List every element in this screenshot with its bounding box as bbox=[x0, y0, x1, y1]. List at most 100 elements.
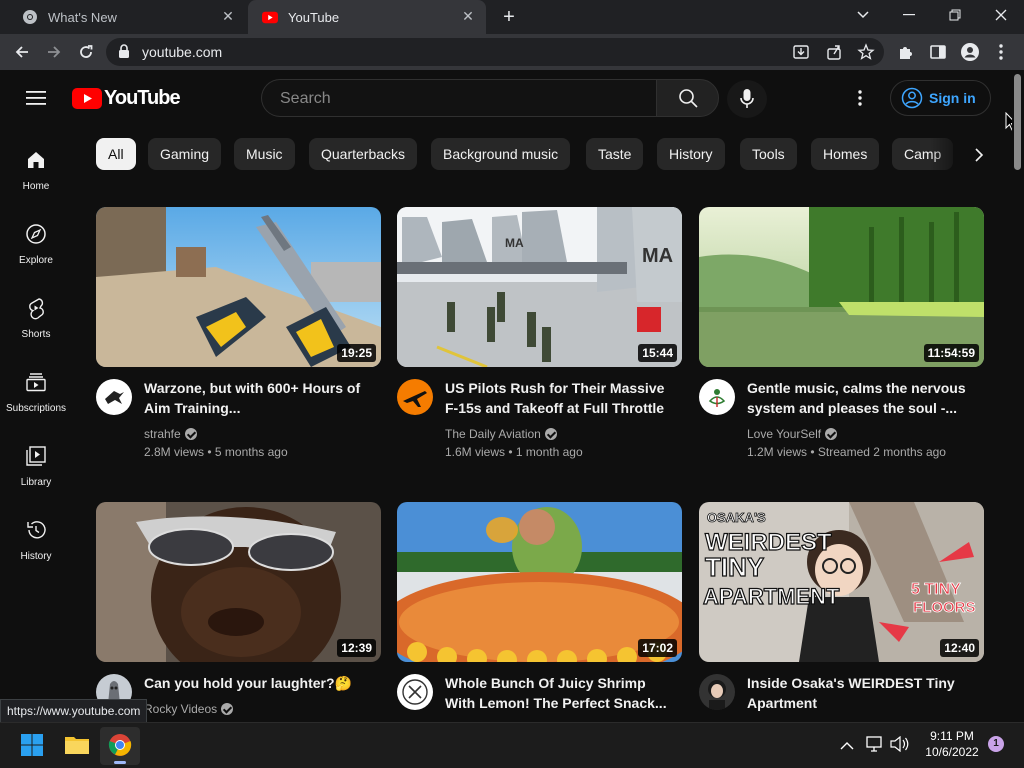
video-thumbnail-laughter[interactable]: 12:39 bbox=[96, 502, 381, 662]
channel-avatar-daily-aviation[interactable] bbox=[397, 379, 433, 415]
tab-whats-new[interactable]: What's New ✕ bbox=[8, 0, 246, 34]
volume-icon[interactable] bbox=[890, 735, 910, 757]
search-input[interactable] bbox=[278, 89, 642, 109]
sidebar-item-explore[interactable]: Explore bbox=[0, 222, 72, 266]
reload-button[interactable] bbox=[74, 40, 98, 64]
chip-history[interactable]: History bbox=[657, 138, 725, 170]
minimize-window-button[interactable] bbox=[886, 0, 932, 30]
thumbnail-text-tiny: TINY bbox=[705, 552, 764, 582]
install-app-icon[interactable] bbox=[792, 43, 810, 66]
windows-start-icon[interactable] bbox=[20, 733, 44, 762]
channel-name[interactable]: strahfe bbox=[144, 425, 197, 443]
osaka-apartment-image: OSAKA'S WEIRDEST TINY APARTMENT 5 TINY F… bbox=[699, 502, 984, 662]
chip-gaming[interactable]: Gaming bbox=[148, 138, 222, 170]
chip-homes[interactable]: Homes bbox=[811, 138, 880, 170]
video-thumbnail-shrimp[interactable]: 17:02 bbox=[397, 502, 682, 662]
video-thumbnail-f15[interactable]: MA MA 15:44 bbox=[397, 207, 682, 367]
channel-name-text: The Daily Aviation bbox=[445, 427, 541, 441]
sign-in-button[interactable]: Sign in bbox=[890, 80, 991, 116]
video-title[interactable]: Inside Osaka's WEIRDEST Tiny Apartment bbox=[747, 673, 977, 713]
home-icon bbox=[28, 152, 44, 168]
chevron-up-icon[interactable] bbox=[840, 738, 854, 756]
sidebar-item-shorts[interactable]: Shorts bbox=[0, 296, 72, 340]
microphone-icon bbox=[740, 89, 754, 108]
chip-tools[interactable]: Tools bbox=[740, 138, 797, 170]
search-button[interactable] bbox=[656, 79, 719, 117]
chip-music[interactable]: Music bbox=[234, 138, 295, 170]
page-scrollbar-thumb[interactable] bbox=[1014, 74, 1021, 170]
sidebar-item-library[interactable]: Library bbox=[0, 444, 72, 488]
search-box[interactable] bbox=[261, 79, 656, 117]
video-title[interactable]: US Pilots Rush for Their Massive F-15s a… bbox=[445, 378, 675, 418]
channel-avatar-shrimp-channel[interactable] bbox=[397, 674, 433, 710]
url-text[interactable]: youtube.com bbox=[142, 44, 222, 60]
chrome-menu-icon[interactable] bbox=[998, 43, 1004, 66]
video-title[interactable]: Whole Bunch Of Juicy Shrimp With Lemon! … bbox=[445, 673, 675, 713]
tab-search-chevron-icon[interactable] bbox=[840, 0, 886, 30]
thumbnail-text-apartment: APARTMENT bbox=[703, 584, 840, 609]
forward-button[interactable] bbox=[42, 40, 66, 64]
file-explorer-icon[interactable] bbox=[64, 733, 90, 760]
bookmark-star-icon[interactable] bbox=[857, 43, 875, 66]
settings-more-icon[interactable] bbox=[857, 89, 863, 112]
upload-age: Streamed 2 months ago bbox=[817, 445, 946, 459]
taskbar-chrome-button[interactable] bbox=[100, 727, 140, 765]
new-tab-button[interactable]: + bbox=[498, 6, 520, 28]
restore-window-button[interactable] bbox=[932, 0, 978, 30]
video-stats: 1.2M views • Streamed 2 months ago bbox=[747, 445, 946, 459]
sidebar-item-label: Home bbox=[22, 181, 50, 192]
chip-taste[interactable]: Taste bbox=[586, 138, 644, 170]
channel-name-text: Rocky Videos bbox=[144, 702, 218, 716]
chip-background-music[interactable]: Background music bbox=[431, 138, 571, 170]
profile-avatar-icon[interactable] bbox=[960, 42, 980, 67]
link-status-bubble: https://www.youtube.com bbox=[0, 699, 148, 723]
video-title[interactable]: Can you hold your laughter?🤔 bbox=[144, 673, 374, 693]
video-title[interactable]: Warzone, but with 600+ Hours of Aim Trai… bbox=[144, 378, 374, 418]
close-window-button[interactable] bbox=[978, 0, 1024, 30]
video-thumbnail-gentle-music[interactable]: 11:54:59 bbox=[699, 207, 984, 367]
channel-name[interactable]: Rocky Videos bbox=[144, 700, 234, 718]
channel-avatar-love-yourself[interactable] bbox=[699, 379, 735, 415]
close-tab-icon[interactable]: ✕ bbox=[220, 8, 236, 24]
lock-icon[interactable] bbox=[118, 44, 130, 63]
channel-avatar-strahfe[interactable] bbox=[96, 379, 132, 415]
verified-badge-icon bbox=[825, 428, 838, 440]
sidebar-item-label: Subscriptions bbox=[5, 403, 67, 414]
sign-in-label: Sign in bbox=[929, 90, 976, 106]
youtube-favicon-icon bbox=[262, 9, 278, 25]
tab-youtube[interactable]: YouTube ✕ bbox=[248, 0, 486, 34]
video-thumbnail-osaka-apartment[interactable]: OSAKA'S WEIRDEST TINY APARTMENT 5 TINY F… bbox=[699, 502, 984, 662]
sidebar-item-history[interactable]: History bbox=[0, 518, 72, 562]
close-tab-icon[interactable]: ✕ bbox=[460, 8, 476, 24]
side-panel-icon[interactable] bbox=[929, 43, 947, 66]
channel-name[interactable]: Love YourSelf bbox=[747, 425, 838, 443]
youtube-logo[interactable]: YouTube bbox=[72, 87, 181, 110]
taskbar-clock[interactable]: 9:11 PM 10/6/2022 bbox=[914, 728, 990, 760]
warzone-gameplay-image bbox=[96, 207, 381, 367]
tab-title: YouTube bbox=[288, 9, 340, 25]
upload-age: 1 month ago bbox=[515, 445, 583, 459]
video-stats: 1.6M views • 1 month ago bbox=[445, 445, 583, 459]
view-count: 2.8M views bbox=[144, 445, 205, 459]
video-thumbnail-warzone[interactable]: 19:25 bbox=[96, 207, 381, 367]
verified-badge-icon bbox=[184, 428, 197, 440]
address-bar[interactable] bbox=[106, 38, 884, 66]
chips-next-button[interactable] bbox=[966, 142, 992, 168]
sidebar-item-subscriptions[interactable]: Subscriptions bbox=[0, 370, 72, 414]
chip-quarterbacks[interactable]: Quarterbacks bbox=[309, 138, 418, 170]
chip-all[interactable]: All bbox=[96, 138, 136, 170]
extensions-puzzle-icon[interactable] bbox=[897, 43, 915, 66]
sidebar-item-home[interactable]: Home bbox=[0, 148, 72, 192]
channel-avatar-osaka-channel[interactable] bbox=[699, 674, 735, 710]
back-button[interactable] bbox=[10, 40, 34, 64]
network-icon[interactable] bbox=[866, 736, 884, 757]
channel-name[interactable]: The Daily Aviation bbox=[445, 425, 557, 443]
hamburger-menu-icon[interactable] bbox=[26, 90, 46, 111]
voice-search-button[interactable] bbox=[727, 80, 767, 118]
video-title[interactable]: Gentle music, calms the nervous system a… bbox=[747, 378, 977, 418]
subscriptions-icon bbox=[26, 373, 46, 392]
verified-badge-icon bbox=[544, 428, 557, 440]
tab-title: What's New bbox=[48, 9, 117, 25]
notification-badge[interactable]: 1 bbox=[988, 736, 1004, 752]
share-icon[interactable] bbox=[825, 43, 843, 66]
